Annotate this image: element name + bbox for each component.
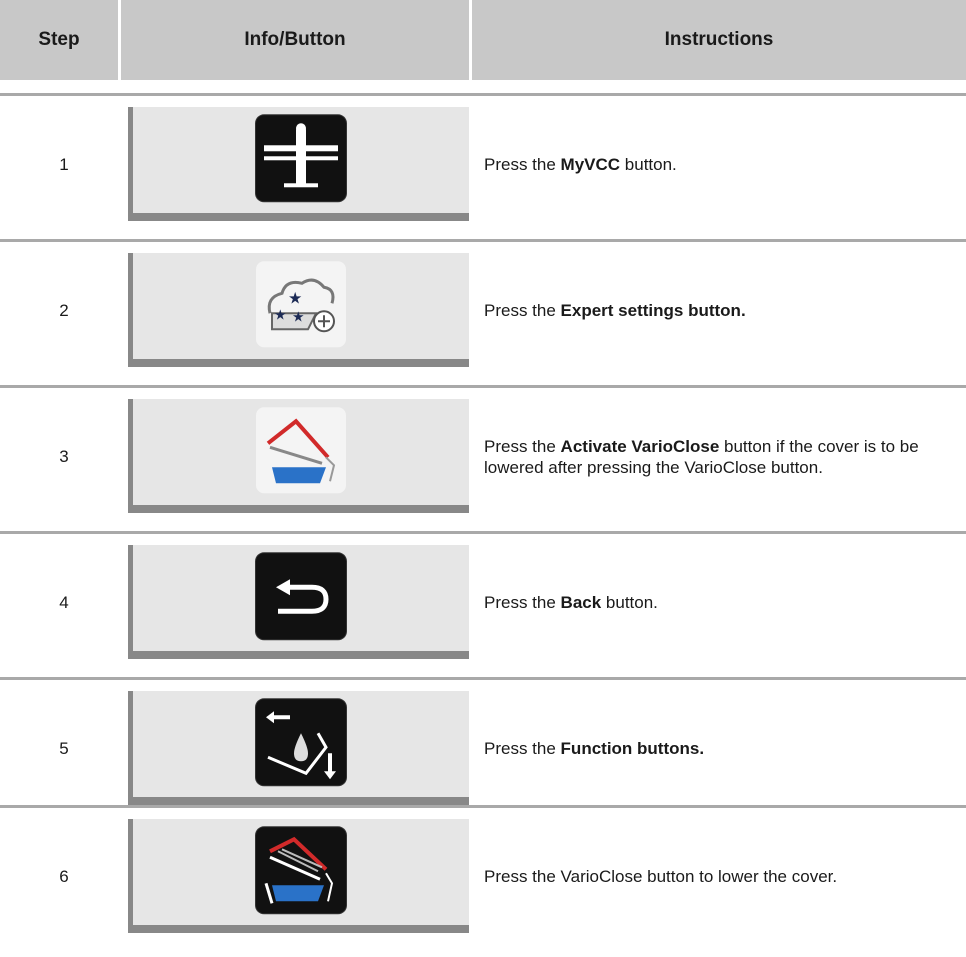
- table-row: 3 Press the Activate VarioClose button i…: [0, 385, 966, 531]
- button-panel: [128, 107, 469, 221]
- table-header: Step Info/Button Instructions: [0, 0, 966, 80]
- activate-varioclose-icon[interactable]: [256, 407, 346, 494]
- table-row: 5 Press the Function buttons.: [0, 677, 966, 823]
- varioclose-icon[interactable]: [256, 827, 346, 914]
- step-number: 4: [59, 592, 69, 612]
- svg-text:★: ★: [292, 309, 305, 325]
- expert-settings-icon[interactable]: ★ ★ ★: [256, 261, 346, 348]
- instruction-text: Press the Function buttons.: [484, 739, 705, 758]
- instruction-text: Press the Back button.: [484, 593, 658, 612]
- table-row: 2 ★ ★ ★ Press the Expert settings button…: [0, 239, 966, 385]
- step-number: 3: [59, 446, 69, 466]
- step-number: 2: [59, 300, 69, 320]
- table-row: 1 Press the MyVCC button.: [0, 93, 966, 239]
- button-panel: ★ ★ ★: [128, 253, 469, 367]
- header-step: Step: [0, 0, 118, 80]
- step-number: 5: [59, 738, 69, 758]
- step-number: 1: [59, 154, 69, 174]
- table-row: 4 Press the Back button.: [0, 531, 966, 677]
- svg-text:★: ★: [274, 307, 287, 323]
- header-info-button: Info/Button: [121, 0, 469, 80]
- button-panel: [128, 691, 469, 805]
- table-row: 6 Press the VarioClose button to lower t…: [0, 805, 966, 951]
- function-buttons-icon[interactable]: [256, 699, 346, 786]
- instruction-text: Press the Activate VarioClose button if …: [484, 436, 919, 477]
- step-number: 6: [59, 866, 69, 886]
- button-panel: [128, 399, 469, 513]
- button-panel: [128, 819, 469, 933]
- button-panel: [128, 545, 469, 659]
- instruction-text: Press the Expert settings button.: [484, 301, 746, 320]
- back-icon[interactable]: [256, 553, 346, 640]
- myvcc-icon[interactable]: [256, 115, 346, 202]
- svg-text:★: ★: [288, 288, 302, 307]
- instruction-text: Press the VarioClose button to lower the…: [484, 867, 838, 886]
- instruction-text: Press the MyVCC button.: [484, 155, 677, 174]
- header-instructions: Instructions: [472, 0, 966, 80]
